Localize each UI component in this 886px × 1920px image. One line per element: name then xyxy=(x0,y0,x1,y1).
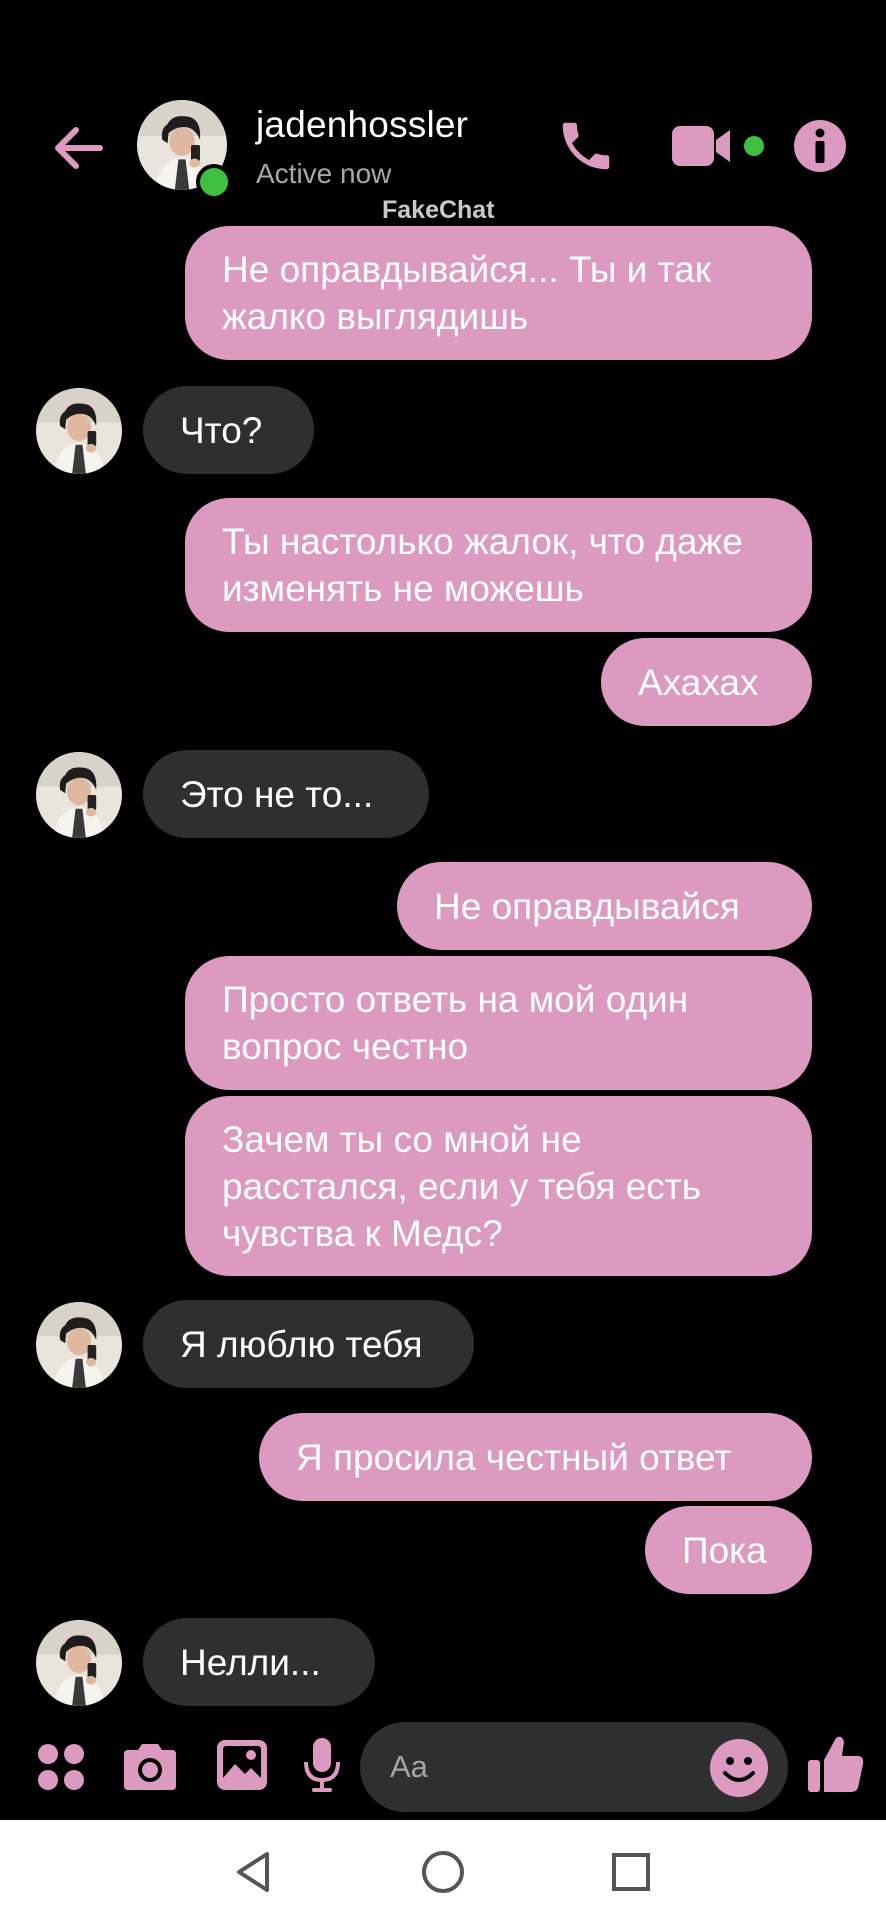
message-text: Что? xyxy=(180,409,263,451)
message-text: Не оправдывайся... Ты и так жалко выгляд… xyxy=(222,249,712,337)
message-bubble-outgoing[interactable]: Ахахах xyxy=(601,638,812,726)
chat-header: jadenhossler Active now FakeChat xyxy=(0,0,886,230)
message-text: Нелли... xyxy=(180,1641,321,1683)
message-bubble-incoming[interactable]: Нелли... xyxy=(143,1618,375,1706)
phone-icon[interactable] xyxy=(555,115,617,177)
info-icon[interactable] xyxy=(792,118,848,174)
message-text: Это не то... xyxy=(180,773,374,815)
back-nav-icon[interactable] xyxy=(233,1850,273,1894)
recents-nav-icon[interactable] xyxy=(611,1852,651,1892)
contact-status: Active now xyxy=(256,158,392,189)
contact-avatar-small[interactable] xyxy=(36,388,122,474)
message-input-placeholder: Aa xyxy=(390,1749,428,1784)
message-text: Ахахах xyxy=(638,661,759,703)
video-call-icon[interactable] xyxy=(670,118,768,174)
message-bubble-outgoing[interactable]: Я просила честный ответ xyxy=(259,1413,812,1501)
system-nav-bar xyxy=(0,1820,886,1920)
gallery-icon[interactable] xyxy=(215,1738,269,1792)
contact-avatar-small[interactable] xyxy=(36,1620,122,1706)
thumbs-up-icon[interactable] xyxy=(806,1732,866,1796)
message-text: Я люблю тебя xyxy=(180,1323,423,1365)
message-bubble-outgoing[interactable]: Зачем ты со мной не расстался, если у те… xyxy=(185,1096,812,1276)
message-bubble-outgoing[interactable]: Ты настолько жалок, что даже изменять не… xyxy=(185,498,812,632)
message-text: Я просила честный ответ xyxy=(296,1436,732,1478)
camera-icon[interactable] xyxy=(120,1740,180,1794)
microphone-icon[interactable] xyxy=(302,1736,342,1796)
watermark: FakeChat xyxy=(382,196,495,224)
contact-avatar-small[interactable] xyxy=(36,752,122,838)
message-bubble-outgoing[interactable]: Просто ответь на мой один вопрос честно xyxy=(185,956,812,1090)
message-bubble-outgoing[interactable]: Пока xyxy=(645,1506,812,1594)
contact-avatar-small[interactable] xyxy=(36,1302,122,1388)
message-text: Не оправдывайся xyxy=(434,885,740,927)
emoji-icon[interactable] xyxy=(708,1737,770,1799)
message-text: Пока xyxy=(682,1529,767,1571)
message-text: Зачем ты со мной не расстался, если у те… xyxy=(222,1118,702,1254)
message-bubble-incoming[interactable]: Что? xyxy=(143,386,314,474)
message-bubble-outgoing[interactable]: Не оправдывайся xyxy=(397,862,812,950)
message-bubble-incoming[interactable]: Я люблю тебя xyxy=(143,1300,474,1388)
home-nav-icon[interactable] xyxy=(421,1850,465,1894)
message-text: Просто ответь на мой один вопрос честно xyxy=(222,979,689,1067)
contact-name[interactable]: jadenhossler xyxy=(256,104,468,146)
apps-icon[interactable] xyxy=(36,1742,86,1792)
message-bubble-incoming[interactable]: Это не то... xyxy=(143,750,429,838)
message-text: Ты настолько жалок, что даже изменять не… xyxy=(222,521,743,609)
message-bubble-outgoing[interactable]: Не оправдывайся... Ты и так жалко выгляд… xyxy=(185,226,812,360)
back-arrow-icon[interactable] xyxy=(48,118,108,178)
online-indicator xyxy=(196,164,232,200)
